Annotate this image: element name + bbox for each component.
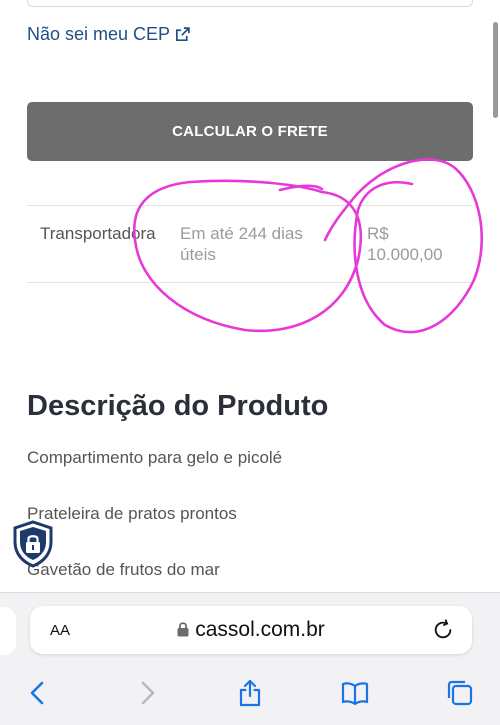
unknown-cep-link[interactable]: Não sei meu CEP: [27, 24, 191, 45]
address-bar[interactable]: AA cassol.com.br: [30, 606, 472, 654]
list-item: Prateleira de pratos prontos: [27, 504, 237, 523]
share-icon[interactable]: [236, 679, 264, 707]
description-title: Descrição do Produto: [27, 390, 329, 422]
back-icon[interactable]: [24, 679, 52, 707]
url-display[interactable]: cassol.com.br: [30, 618, 472, 642]
forward-icon[interactable]: [133, 679, 161, 707]
shipping-table: Transportadora Em até 244 dias úteis R$ …: [27, 205, 472, 283]
url-text: cassol.com.br: [195, 618, 325, 641]
shipping-carrier: Transportadora: [40, 224, 156, 243]
shipping-price: R$ 10.000,00: [367, 224, 443, 264]
calculate-shipping-button[interactable]: CALCULAR O FRETE: [27, 102, 473, 161]
list-item: Compartimento para gelo e picolé: [27, 448, 283, 467]
previous-tab-preview[interactable]: [0, 607, 16, 655]
browser-chrome: AA cassol.com.br: [0, 592, 500, 725]
shipping-delivery-time: Em até 244 dias úteis: [180, 224, 303, 264]
page-scrollbar[interactable]: [493, 22, 498, 118]
lock-icon: [177, 622, 189, 637]
cep-input[interactable]: [27, 0, 473, 7]
external-link-icon: [176, 27, 190, 42]
unknown-cep-link-label: Não sei meu CEP: [27, 24, 171, 44]
bookmarks-icon[interactable]: [341, 679, 369, 707]
reload-icon[interactable]: [432, 619, 454, 641]
description-list: Compartimento para gelo e picolé Pratele…: [27, 448, 282, 616]
shield-lock-icon[interactable]: [11, 520, 55, 568]
tabs-icon[interactable]: [446, 679, 474, 707]
